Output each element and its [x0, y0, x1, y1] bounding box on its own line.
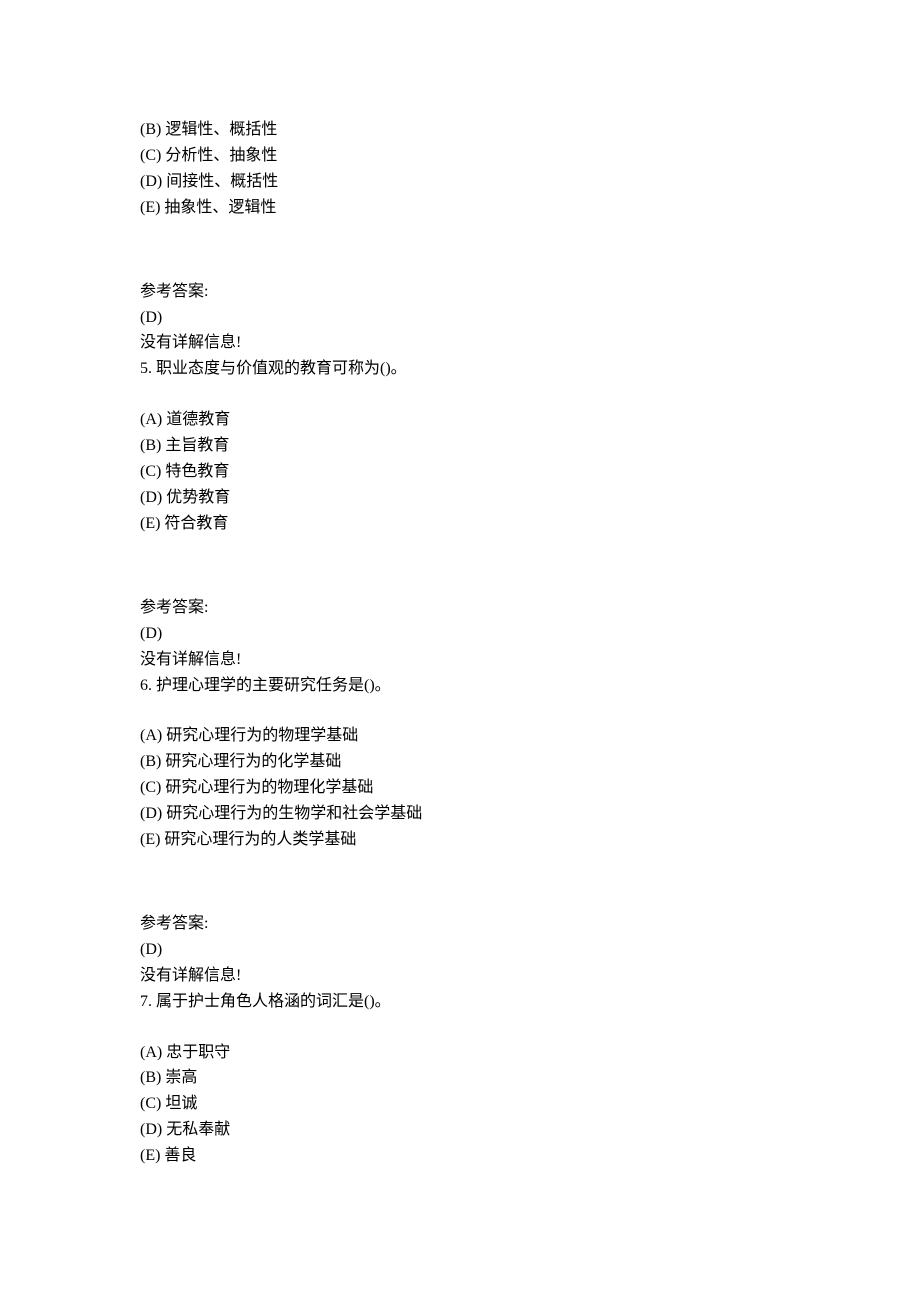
q6-answer: (D) — [140, 937, 780, 963]
q6-option-d: (D) 研究心理行为的生物学和社会学基础 — [140, 801, 780, 827]
spacer — [140, 246, 780, 271]
spacer — [140, 587, 780, 595]
q5-option-e: (E) 符合教育 — [140, 511, 780, 537]
document-page: (B) 逻辑性、概括性 (C) 分析性、抽象性 (D) 间接性、概括性 (E) … — [0, 0, 920, 1269]
spacer — [140, 1015, 780, 1040]
q5-option-d: (D) 优势教育 — [140, 485, 780, 511]
q6-option-e: (E) 研究心理行为的人类学基础 — [140, 827, 780, 853]
q6-option-a: (A) 研究心理行为的物理学基础 — [140, 723, 780, 749]
q4-option-d: (D) 间接性、概括性 — [140, 169, 780, 195]
q6-option-b: (B) 研究心理行为的化学基础 — [140, 749, 780, 775]
spacer — [140, 562, 780, 587]
q5-explain: 没有详解信息! — [140, 647, 780, 673]
q4-option-c: (C) 分析性、抽象性 — [140, 143, 780, 169]
q4-answer-label: 参考答案: — [140, 279, 780, 305]
q5-answer-label: 参考答案: — [140, 595, 780, 621]
q4-explain: 没有详解信息! — [140, 330, 780, 356]
q6-stem: 6. 护理心理学的主要研究任务是()。 — [140, 673, 780, 699]
q5-answer: (D) — [140, 621, 780, 647]
q6-option-c: (C) 研究心理行为的物理化学基础 — [140, 775, 780, 801]
q5-option-b: (B) 主旨教育 — [140, 433, 780, 459]
q7-option-b: (B) 崇高 — [140, 1065, 780, 1091]
q4-option-b: (B) 逻辑性、概括性 — [140, 117, 780, 143]
q5-option-a: (A) 道德教育 — [140, 407, 780, 433]
spacer — [140, 537, 780, 562]
q4-answer: (D) — [140, 305, 780, 331]
q4-option-e: (E) 抽象性、逻辑性 — [140, 195, 780, 221]
q7-option-e: (E) 善良 — [140, 1143, 780, 1169]
spacer — [140, 878, 780, 903]
spacer — [140, 853, 780, 878]
spacer — [140, 698, 780, 723]
q5-stem: 5. 职业态度与价值观的教育可称为()。 — [140, 356, 780, 382]
q6-explain: 没有详解信息! — [140, 963, 780, 989]
spacer — [140, 903, 780, 911]
q7-option-c: (C) 坦诚 — [140, 1091, 780, 1117]
spacer — [140, 271, 780, 279]
spacer — [140, 382, 780, 407]
spacer — [140, 221, 780, 246]
q7-stem: 7. 属于护士角色人格涵的词汇是()。 — [140, 989, 780, 1015]
q7-option-a: (A) 忠于职守 — [140, 1040, 780, 1066]
q6-answer-label: 参考答案: — [140, 911, 780, 937]
q5-option-c: (C) 特色教育 — [140, 459, 780, 485]
q7-option-d: (D) 无私奉献 — [140, 1117, 780, 1143]
